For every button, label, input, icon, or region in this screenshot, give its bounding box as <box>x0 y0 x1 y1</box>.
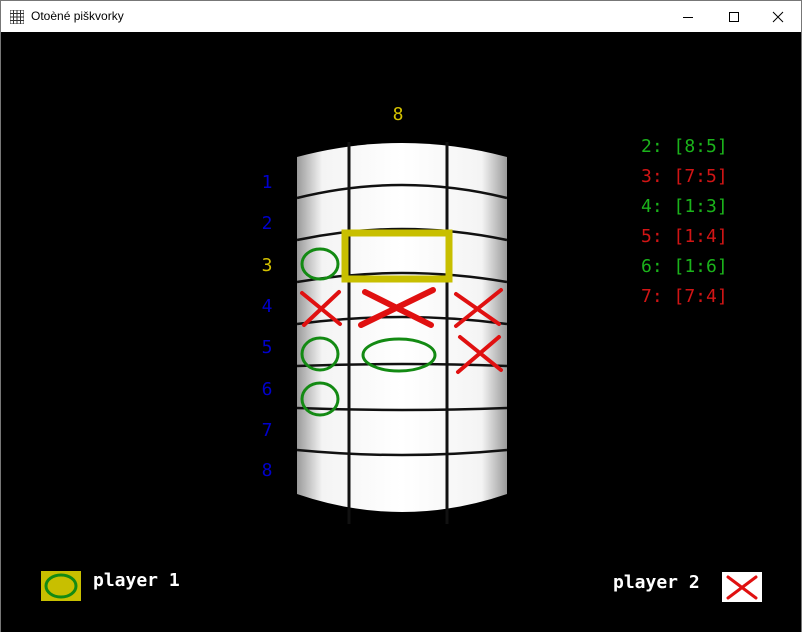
player2-label: player 2 <box>613 572 700 593</box>
move-history-item: 7: [7:4] <box>641 286 728 307</box>
close-button[interactable] <box>755 1 801 32</box>
move-history-item: 6: [1:6] <box>641 256 728 277</box>
close-icon <box>772 11 784 22</box>
move-history-item: 2: [8:5] <box>641 136 728 157</box>
game-area[interactable]: 8 1 2 3 4 5 6 7 8 2: [8:5] 3: [7:5] 4: [… <box>1 32 801 632</box>
cylinder-board[interactable] <box>1 32 801 632</box>
minimize-button[interactable] <box>665 1 711 32</box>
title-bar[interactable]: Otoèné piškvorky <box>1 1 801 32</box>
move-history-item: 5: [1:4] <box>641 226 728 247</box>
move-history-item: 3: [7:5] <box>641 166 728 187</box>
maximize-button[interactable] <box>711 1 757 32</box>
maximize-icon <box>729 11 739 22</box>
minimize-icon <box>683 16 693 18</box>
window-title: Otoèné piškvorky <box>31 9 124 23</box>
player1-label: player 1 <box>93 570 180 591</box>
game-window: Otoèné piškvorky 8 1 2 3 4 5 6 7 8 2: [8… <box>0 0 802 632</box>
player2-symbol-icon <box>722 572 762 602</box>
move-history-item: 4: [1:3] <box>641 196 728 217</box>
grid-app-icon <box>10 10 24 24</box>
player1-symbol-icon <box>41 571 81 601</box>
cylinder-body <box>297 143 507 512</box>
